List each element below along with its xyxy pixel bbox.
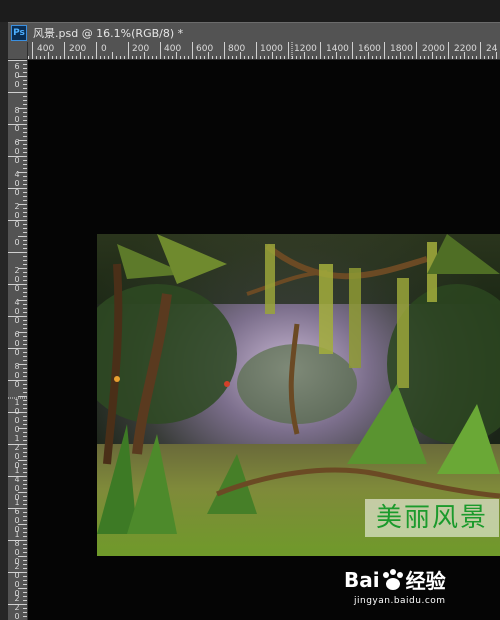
ruler-label: 400 (164, 44, 182, 54)
ruler-label: 2200 (454, 44, 477, 54)
document-title: 风景.psd @ 16.1%(RGB/8) * (33, 26, 184, 40)
ruler-label: 200 (69, 44, 87, 54)
ruler-origin-corner[interactable] (8, 42, 28, 60)
ruler-label: 1 8 0 0 (14, 530, 20, 566)
paw-logo-icon (382, 568, 403, 590)
ruler-label: 4 0 0 (14, 170, 20, 197)
ruler-label: 1 4 0 0 (14, 466, 20, 502)
ruler-label: 2 2 0 0 (14, 594, 20, 620)
ruler-label: 1 0 0 0 (14, 398, 20, 434)
ruler-label: 1400 (326, 44, 349, 54)
document-tab[interactable]: Ps 风景.psd @ 16.1%(RGB/8) * (8, 22, 500, 42)
ruler-label: 1800 (390, 44, 413, 54)
left-panel-edge (0, 22, 8, 620)
watermark-brand-suffix: 经验 (405, 569, 446, 593)
image-caption-text: 美丽风景 (365, 499, 499, 537)
ruler-label: 4 0 0 (14, 298, 20, 325)
ruler-label: 24 (486, 44, 498, 54)
document-canvas[interactable]: 美丽风景 (28, 60, 500, 620)
ruler-label: 6 0 0 (14, 138, 20, 165)
ruler-label: 2000 (422, 44, 445, 54)
ruler-label: 2 0 0 (14, 266, 20, 293)
ruler-label: 800 (228, 44, 246, 54)
ruler-label: 8 0 0 (14, 106, 20, 133)
watermark-domain: jingyan.baidu.com (354, 596, 446, 606)
baidu-jingyan-watermark: Bai 经验 jingyan.baidu.com (344, 565, 474, 615)
ruler-label: 200 (132, 44, 150, 54)
ruler-label: 1 6 0 0 (14, 498, 20, 534)
ruler-label: 1200 (294, 44, 317, 54)
photoshop-icon: Ps (11, 24, 27, 41)
ruler-label: 1600 (358, 44, 381, 54)
ruler-label: 0 (14, 238, 20, 247)
ruler-label: 1 2 0 0 (14, 434, 20, 470)
vertical-ruler[interactable]: 6 0 0 8 0 0 6 0 0 4 0 0 2 0 0 0 2 0 0 4 … (8, 60, 28, 620)
ruler-label: 1000 (260, 44, 283, 54)
horizontal-ruler[interactable]: 400 200 0 200 400 600 800 1000 1200 1400… (28, 42, 500, 60)
ruler-label: 6 0 0 (14, 330, 20, 357)
ruler-label: 600 (196, 44, 214, 54)
watermark-brand-prefix: Bai (344, 567, 380, 592)
ruler-label: 8 0 0 (14, 362, 20, 389)
top-strip (0, 0, 500, 22)
ruler-label: 6 0 0 (14, 62, 20, 89)
ruler-label: 2 0 0 0 (14, 562, 20, 598)
ruler-label: 2 0 0 (14, 202, 20, 229)
ruler-label: 400 (37, 44, 55, 54)
ruler-label: 0 (101, 44, 107, 54)
